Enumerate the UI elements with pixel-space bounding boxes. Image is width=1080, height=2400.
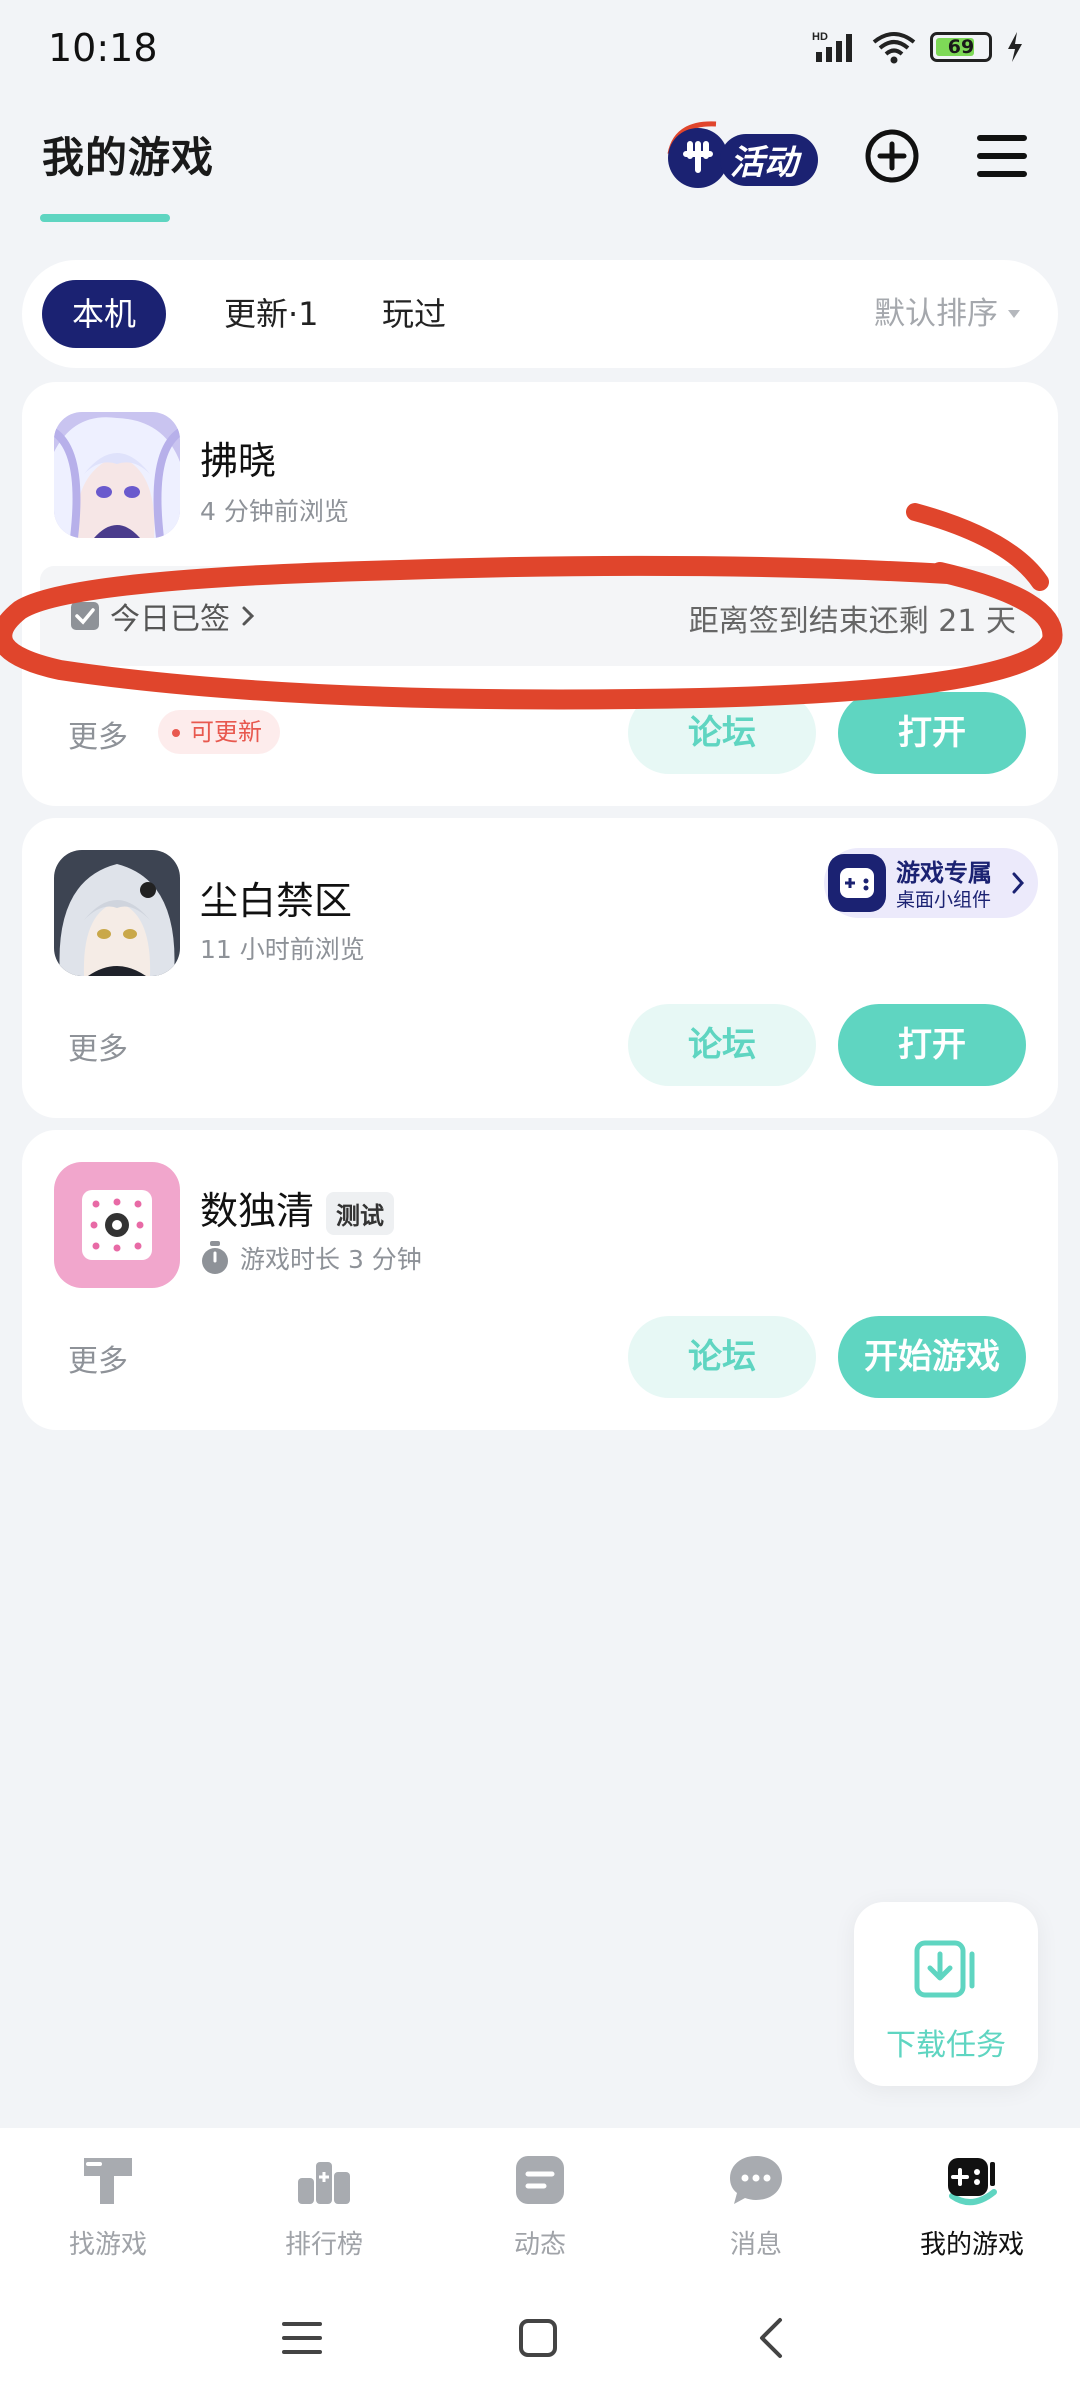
nav-label: 我的游戏 [919,2230,1024,2260]
activity-label: 活动 [730,143,802,183]
wifi-icon [872,32,916,64]
nav-find-games[interactable]: 找游戏 [0,2128,216,2280]
game-name-row: 数独清 测试 [200,1180,395,1235]
start-game-button[interactable]: 开始游戏 [838,1316,1026,1398]
update-dot [172,729,180,737]
update-badge-label: 可更新 [190,718,262,746]
open-button[interactable]: 打开 [838,692,1026,774]
status-icons: HD 69 [812,30,1024,64]
nav-label: 找游戏 [68,2230,147,2260]
test-tag: 测试 [326,1192,395,1235]
widget-subtitle: 桌面小组件 [896,889,991,911]
widget-title: 游戏专属 [896,859,992,887]
play-time: 游戏时长 3 分钟 [200,1240,422,1276]
signin-remaining: 距离签到结束还剩 21 天 [688,604,1016,639]
charging-icon [1008,32,1022,62]
ranking-icon [298,2162,350,2204]
widget-promo-button[interactable]: 游戏专属 桌面小组件 [824,848,1038,918]
download-tasks-label: 下载任务 [886,2028,1006,2063]
game-icon-chenbai[interactable] [54,850,180,976]
activity-logo: 活动 [667,121,818,188]
plus-circle-icon [865,129,919,183]
forum-button[interactable]: 论坛 [628,692,816,774]
game-last-viewed: 4 分钟前浏览 [200,492,349,528]
checkbox-checked-icon [71,602,99,630]
game-name[interactable]: 尘白禁区 [200,870,352,925]
more-link[interactable]: 更多 [68,1024,128,1068]
page-title: 我的游戏 [42,133,215,182]
feed-icon [516,2156,564,2204]
game-last-viewed: 11 小时前浏览 [200,930,365,966]
nav-my-games[interactable]: 我的游戏 [864,2128,1080,2280]
battery-level: 69 [947,36,975,58]
open-button[interactable]: 打开 [838,1004,1026,1086]
game-subtitle: 4 分钟前浏览 [200,497,349,526]
hamburger-icon [977,135,1027,177]
signin-status: 今日已签 [70,594,256,638]
chat-bubble-icon [730,2156,782,2204]
home-icon[interactable] [518,2318,558,2358]
caret-down-icon [1008,310,1020,318]
tab-played[interactable]: 玩过 [352,280,476,348]
widget-promo: 游戏专属 桌面小组件 [828,854,1025,912]
nav-messages[interactable]: 消息 [648,2128,864,2280]
update-badge: 可更新 [158,710,280,754]
stopwatch-icon [202,1241,228,1274]
status-bar: 10:18 HD 69 [0,0,1080,100]
header: 我的游戏 活动 [0,100,1080,230]
download-icon [914,1940,975,1998]
menu-button[interactable] [972,126,1032,186]
nav-ranking[interactable]: 排行榜 [216,2128,432,2280]
forum-button[interactable]: 论坛 [628,1316,816,1398]
nav-label: 排行榜 [284,2230,363,2260]
anime-girl-icon [54,850,180,976]
sort-dropdown[interactable]: 默认排序 [874,280,1022,348]
gamepad-icon [948,2158,997,2205]
nav-label: 消息 [729,2230,782,2260]
game-card-chenbai: 尘白禁区 11 小时前浏览 游戏专属 桌面小组件 更多 论坛 打开 [22,818,1058,1118]
signin-status-label: 今日已签 [110,602,230,637]
back-icon[interactable] [756,2316,786,2360]
download-tasks-button[interactable]: 下载任务 [854,1902,1038,2086]
game-card-fuxiao: 拂晓 4 分钟前浏览 今日已签 距离签到结束还剩 21 天 更多 可更新 论坛 … [22,382,1058,806]
game-subtitle: 11 小时前浏览 [200,935,365,964]
game-name[interactable]: 拂晓 [200,430,276,485]
recents-menu-icon[interactable] [282,2318,322,2358]
game-name[interactable]: 数独清 [200,1189,314,1233]
add-button[interactable] [862,126,922,186]
nav-label: 动态 [513,2230,566,2260]
game-icon-fuxiao[interactable] [54,412,180,538]
forum-button[interactable]: 论坛 [628,1004,816,1086]
game-subtitle: 游戏时长 3 分钟 [240,1245,422,1274]
battery-indicator: 69 [930,32,992,62]
game-icon-sudoku[interactable] [54,1162,180,1288]
tab-local[interactable]: 本机 [42,280,167,348]
activity-button[interactable]: 活动 [656,114,824,198]
network-label: HD [812,31,828,43]
nav-feed[interactable]: 动态 [432,2128,648,2280]
bottom-nav: 找游戏 排行榜 动态 消息 我的游戏 [0,2128,1080,2280]
filter-bar: 本机 更新·1 玩过 默认排序 [22,260,1058,368]
hammer-icon [84,2158,132,2204]
status-time: 10:18 [48,26,158,70]
signal-icon: HD [812,31,852,62]
title-underline [40,214,170,222]
system-nav-bar [0,2280,1080,2400]
signin-row[interactable]: 今日已签 距离签到结束还剩 21 天 [40,566,1040,666]
chevron-right-icon [242,606,255,626]
anime-girl-icon [54,412,180,538]
sudoku-app-icon [54,1162,180,1288]
more-link[interactable]: 更多 [68,712,128,756]
sort-label: 默认排序 [874,296,998,332]
tab-updates[interactable]: 更新·1 [194,280,349,348]
game-card-sudoku: 数独清 测试 游戏时长 3 分钟 更多 论坛 开始游戏 [22,1130,1058,1430]
more-link[interactable]: 更多 [68,1336,128,1380]
